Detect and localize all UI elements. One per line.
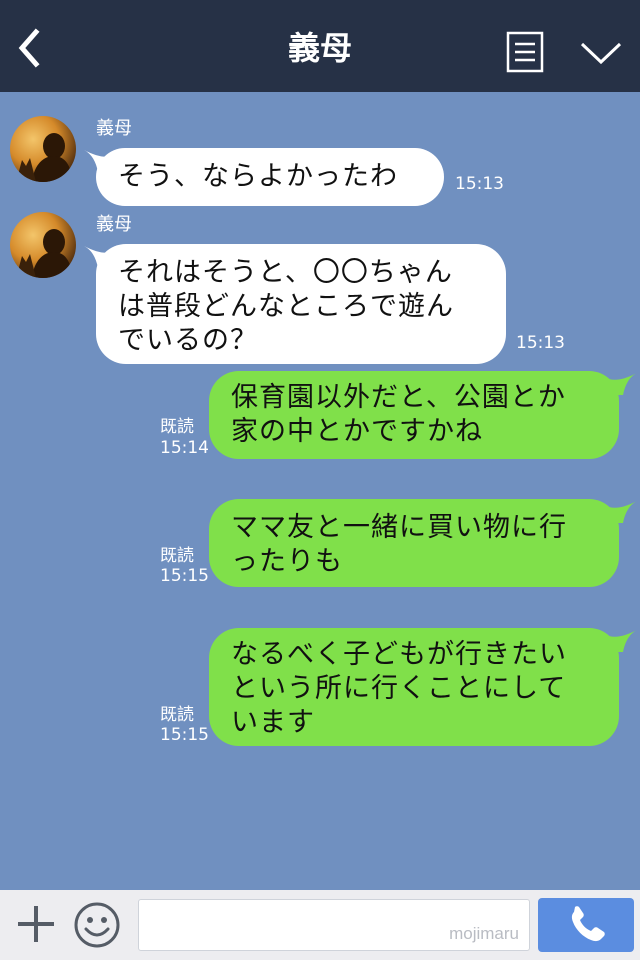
list-menu-icon [506,31,544,73]
emoji-button[interactable] [73,901,121,949]
message-bubble-outgoing[interactable]: 保育園以外だと、公園とか 家の中とかですかね [209,371,619,459]
read-receipt: 既読 [160,417,194,437]
message-text-line: います [231,707,315,738]
collapse-button[interactable] [578,38,624,68]
avatar[interactable] [10,116,76,182]
message-text-line: 保育園以外だと、公園とか [231,382,566,413]
bubble-tail [609,501,637,523]
message-time: 15:13 [455,174,504,194]
chat-title: 義母 [287,29,352,67]
message-text-line: それはそうと、〇〇ちゃん [118,257,453,288]
message-text-line: そう、ならよかったわ [118,161,398,192]
chat-header: 義母 [0,0,640,92]
message-text-line: は普段どんなところで遊ん [118,291,454,322]
read-receipt: 既読 [160,546,194,566]
message-bubble-incoming[interactable]: そう、ならよかったわ [96,148,444,206]
bubble-tail [609,373,637,395]
chevron-down-icon [580,42,622,65]
message-time: 15:14 [160,438,209,458]
input-bar: mojimaru [0,890,640,960]
menu-button[interactable] [506,31,544,73]
plus-icon [18,906,54,942]
message-time: 15:15 [160,725,209,745]
message-text-line: 家の中とかですかね [231,416,483,447]
smiley-icon [74,902,120,948]
message-bubble-outgoing[interactable]: ママ友と一緒に買い物に行 ったりも [209,499,619,587]
read-receipt: 既読 [160,705,194,725]
sender-name: 義母 [96,118,132,139]
message-time: 15:15 [160,566,209,586]
message-text-line: でいるの？ [118,325,258,356]
bubble-tail [609,630,637,652]
watermark-text: mojimaru [449,924,519,943]
message-text-line: ママ友と一緒に買い物に行 [231,512,567,543]
avatar[interactable] [10,212,76,278]
message-time: 15:13 [516,333,565,353]
sender-name: 義母 [96,214,132,235]
message-bubble-outgoing[interactable]: なるべく子どもが行きたい という所に行くことにして います [209,628,619,746]
add-attachment-button[interactable] [14,902,58,946]
avatar-image [10,212,76,278]
message-text-line: という所に行くことにして [231,673,567,704]
message-text-line: ったりも [231,546,343,577]
avatar-image [10,116,76,182]
call-button[interactable] [538,898,634,952]
message-list[interactable]: 義母 そう、ならよかったわ 15:13 義母 それはそうと、〇〇ちゃん は普段ど [0,92,640,890]
message-text-line: なるべく子どもが行きたい [231,639,567,670]
message-bubble-incoming[interactable]: それはそうと、〇〇ちゃん は普段どんなところで遊ん でいるの？ [96,244,506,364]
phone-icon [571,906,605,942]
message-input[interactable]: mojimaru [138,899,530,951]
